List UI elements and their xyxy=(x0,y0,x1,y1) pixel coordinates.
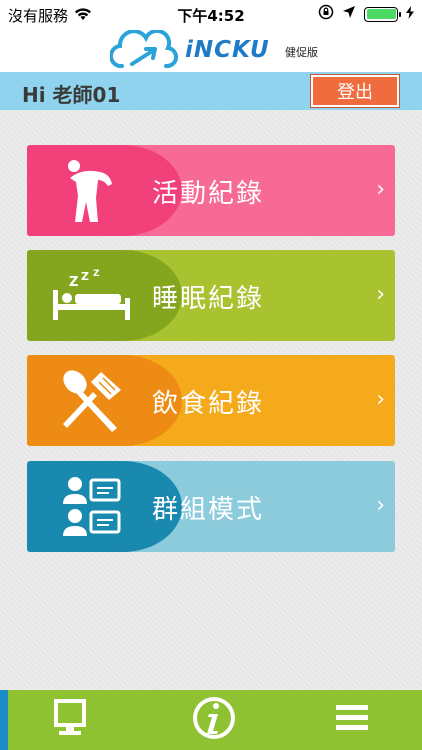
chevron-right-icon: › xyxy=(376,282,385,307)
monitor-button[interactable] xyxy=(40,690,100,750)
chevron-right-icon: › xyxy=(376,177,385,202)
cloud-icon xyxy=(109,28,180,76)
logo-bar: iNCKU 健促版 xyxy=(0,28,422,72)
utensils-icon xyxy=(27,355,157,446)
logo-text: iNCKU xyxy=(185,37,270,63)
location-icon xyxy=(342,5,356,23)
logo-subtitle: 健促版 xyxy=(285,46,318,59)
card-label: 活動紀錄 xyxy=(152,179,265,209)
info-button[interactable] xyxy=(184,690,244,750)
activity-record-card[interactable]: 活動紀錄 › xyxy=(27,145,395,236)
status-right xyxy=(318,4,414,24)
diet-record-card[interactable]: 飲食紀錄 › xyxy=(27,355,395,446)
sleep-record-card[interactable]: Z Z Z 睡眠紀錄 › xyxy=(27,250,395,341)
status-bar: 沒有服務 下午4:52 xyxy=(0,0,422,30)
svg-text:Z: Z xyxy=(69,275,78,290)
group-mode-card[interactable]: 群組模式 › xyxy=(27,461,395,552)
group-chat-icon xyxy=(27,461,157,552)
logout-button[interactable]: 登出 xyxy=(310,74,400,108)
greeting-text: Hi 老師01 xyxy=(22,83,121,107)
chevron-right-icon: › xyxy=(376,387,385,412)
charging-icon xyxy=(406,5,414,23)
card-label: 飲食紀錄 xyxy=(152,389,265,419)
main-content: 活動紀錄 › Z Z Z 睡眠紀錄 › 飲食紀錄 › 群組模式 › xyxy=(0,110,422,690)
svg-text:Z: Z xyxy=(81,270,89,283)
bottom-nav xyxy=(0,690,422,750)
menu-button[interactable] xyxy=(322,690,382,750)
card-label: 睡眠紀錄 xyxy=(152,284,265,314)
info-icon xyxy=(191,693,237,747)
chevron-right-icon: › xyxy=(376,493,385,518)
card-label: 群組模式 xyxy=(152,495,265,525)
battery-fill xyxy=(366,9,396,19)
sleep-bed-icon: Z Z Z xyxy=(27,250,157,341)
exercise-icon xyxy=(27,145,157,236)
svg-text:Z: Z xyxy=(93,269,100,279)
rotation-lock-icon xyxy=(318,4,334,24)
battery-icon xyxy=(364,6,401,22)
user-bar: Hi 老師01 登出 xyxy=(0,72,422,110)
monitor-icon xyxy=(53,698,87,742)
hamburger-menu-icon xyxy=(336,703,368,737)
nav-edge-accent xyxy=(0,690,8,750)
